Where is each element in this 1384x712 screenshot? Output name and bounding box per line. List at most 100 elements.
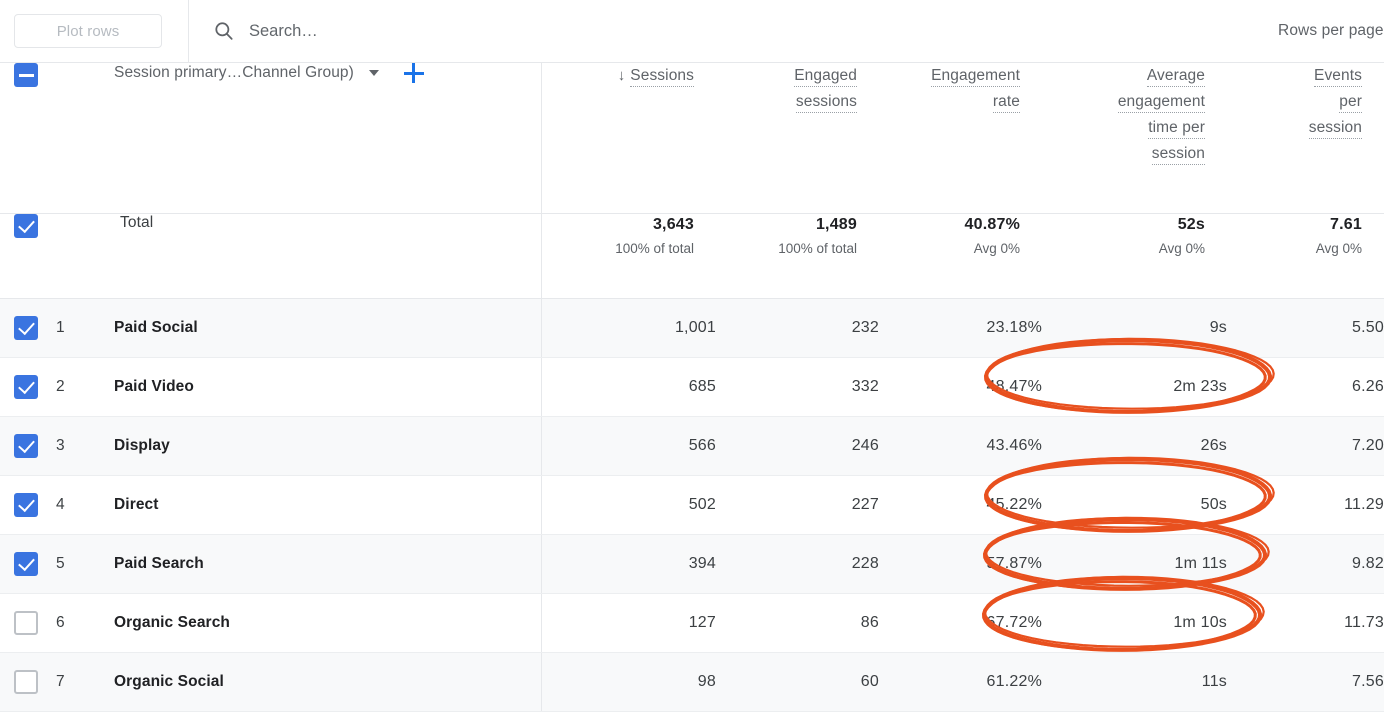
row-checkbox[interactable]	[14, 669, 38, 694]
total-row-checkbox[interactable]	[14, 213, 38, 238]
total-checkbox-cell	[0, 213, 56, 299]
row-rank: 2	[56, 357, 114, 417]
row-checkbox-cell	[0, 475, 56, 535]
row-metric-events-per-session: 7.20	[1227, 416, 1384, 476]
row-metric-engagement-rate: 43.46%	[879, 416, 1042, 476]
row-metric-sessions: 502	[540, 475, 716, 535]
row-metric-sessions: 685	[540, 357, 716, 417]
row-metric-avg-engagement-time: 26s	[1042, 416, 1227, 476]
total-engaged-sessions: 1,489 100% of total	[716, 213, 879, 299]
total-value: 40.87%	[964, 215, 1020, 233]
search-icon	[213, 20, 235, 42]
header-avg-engagement-time[interactable]: Average engagement time per session	[1042, 63, 1227, 214]
row-checkbox-cell	[0, 357, 56, 417]
row-rank: 7	[56, 652, 114, 712]
row-checkbox-cell	[0, 652, 56, 712]
search-area	[213, 0, 1278, 62]
header-label-engrate-1: Engagement	[931, 67, 1020, 87]
total-engagement-rate: 40.87% Avg 0%	[879, 213, 1042, 299]
header-label-eps-2: per	[1339, 93, 1362, 113]
table-row[interactable]: 5 Paid Search 394 228 57.87% 1m 11s 9.82	[0, 534, 1384, 594]
row-metric-avg-engagement-time: 50s	[1042, 475, 1227, 535]
total-subvalue: Avg 0%	[1158, 240, 1205, 256]
row-checkbox[interactable]	[14, 610, 38, 635]
row-metric-engaged-sessions: 228	[716, 534, 879, 594]
row-metric-events-per-session: 6.26	[1227, 357, 1384, 417]
table-row[interactable]: 6 Organic Search 127 86 67.72% 1m 10s 11.73	[0, 593, 1384, 653]
row-checkbox[interactable]	[14, 433, 38, 458]
row-checkbox-cell	[0, 534, 56, 594]
row-rank: 1	[56, 298, 114, 358]
total-value: 3,643	[652, 215, 694, 233]
dimension-header-cell: Session primary…Channel Group)	[114, 63, 541, 214]
row-dimension-name[interactable]: Organic Social	[114, 652, 541, 712]
table-row[interactable]: 2 Paid Video 685 332 48.47% 2m 23s 6.26	[0, 357, 1384, 417]
row-metric-avg-engagement-time: 9s	[1042, 298, 1227, 358]
row-metric-sessions: 127	[540, 593, 716, 653]
select-all-checkbox[interactable]	[14, 63, 38, 87]
row-rank: 3	[56, 416, 114, 476]
header-label-sessions: Sessions	[630, 67, 694, 87]
report-table: Session primary…Channel Group) ↓ Sessions…	[0, 63, 1384, 712]
header-engagement-rate[interactable]: Engagement rate	[879, 63, 1042, 214]
row-metric-engagement-rate: 45.22%	[879, 475, 1042, 535]
header-label-eps-1: Events	[1314, 67, 1362, 87]
row-checkbox-cell	[0, 593, 56, 653]
table-row[interactable]: 4 Direct 502 227 45.22% 50s 11.29	[0, 475, 1384, 535]
row-checkbox[interactable]	[14, 492, 38, 517]
table-row[interactable]: 7 Organic Social 98 60 61.22% 11s 7.56	[0, 652, 1384, 712]
total-subvalue: Avg 0%	[973, 240, 1020, 256]
header-label-avgtime-4: session	[1151, 145, 1205, 165]
row-checkbox-cell	[0, 416, 56, 476]
row-metric-events-per-session: 7.56	[1227, 652, 1384, 712]
row-metric-events-per-session: 11.73	[1227, 593, 1384, 653]
row-checkbox[interactable]	[14, 551, 38, 576]
header-label-avgtime-3: time per	[1148, 119, 1205, 139]
row-checkbox[interactable]	[14, 374, 38, 399]
row-metric-events-per-session: 5.50	[1227, 298, 1384, 358]
row-dimension-name[interactable]: Paid Social	[114, 298, 541, 358]
total-value: 7.61	[1330, 215, 1362, 233]
row-dimension-name[interactable]: Direct	[114, 475, 541, 535]
row-checkbox[interactable]	[14, 315, 38, 340]
total-value: 1,489	[815, 215, 857, 233]
row-metric-engaged-sessions: 246	[716, 416, 879, 476]
header-engaged-sessions[interactable]: Engaged sessions	[716, 63, 879, 214]
total-subvalue: 100% of total	[778, 240, 857, 256]
search-input[interactable]	[249, 16, 669, 46]
plus-icon[interactable]	[403, 63, 424, 83]
row-dimension-name[interactable]: Organic Search	[114, 593, 541, 653]
total-events-per-session: 7.61 Avg 0%	[1227, 213, 1384, 299]
table-body: 1 Paid Social 1,001 232 23.18% 9s 5.50 2 Paid Vi…	[0, 298, 1384, 712]
analytics-report-table-panel: Plot rows Rows per page:	[0, 0, 1384, 712]
chevron-down-icon[interactable]	[368, 70, 379, 76]
total-avg-engagement-time: 52s Avg 0%	[1042, 213, 1227, 299]
row-metric-avg-engagement-time: 1m 11s	[1042, 534, 1227, 594]
row-dimension-name[interactable]: Paid Video	[114, 357, 541, 417]
header-events-per-session[interactable]: Events per session	[1227, 63, 1384, 214]
table-row[interactable]: 3 Display 566 246 43.46% 26s 7.20	[0, 416, 1384, 476]
header-sessions[interactable]: ↓ Sessions	[540, 63, 716, 214]
row-metric-sessions: 566	[540, 416, 716, 476]
row-metric-engaged-sessions: 232	[716, 298, 879, 358]
row-metric-engagement-rate: 67.72%	[879, 593, 1042, 653]
total-sessions: 3,643 100% of total	[540, 213, 716, 299]
row-dimension-name[interactable]: Display	[114, 416, 541, 476]
row-metric-engagement-rate: 23.18%	[879, 298, 1042, 358]
header-rank-cell	[56, 63, 114, 214]
row-metric-engaged-sessions: 332	[716, 357, 879, 417]
sort-descending-icon[interactable]: ↓	[618, 67, 626, 84]
table-row[interactable]: 1 Paid Social 1,001 232 23.18% 9s 5.50	[0, 298, 1384, 358]
row-metric-events-per-session: 9.82	[1227, 534, 1384, 594]
rows-per-page-label[interactable]: Rows per page:	[1278, 22, 1384, 40]
plot-rows-button[interactable]: Plot rows	[14, 14, 162, 48]
dimension-selector-label[interactable]: Session primary…Channel Group)	[114, 64, 354, 82]
row-metric-events-per-session: 11.29	[1227, 475, 1384, 535]
total-label: Total	[120, 213, 154, 231]
table-header-row: Session primary…Channel Group) ↓ Sessions…	[0, 63, 1384, 214]
row-metric-sessions: 394	[540, 534, 716, 594]
row-metric-engaged-sessions: 227	[716, 475, 879, 535]
table-toolbar: Plot rows Rows per page:	[0, 0, 1384, 63]
row-metric-sessions: 1,001	[540, 298, 716, 358]
row-dimension-name[interactable]: Paid Search	[114, 534, 541, 594]
